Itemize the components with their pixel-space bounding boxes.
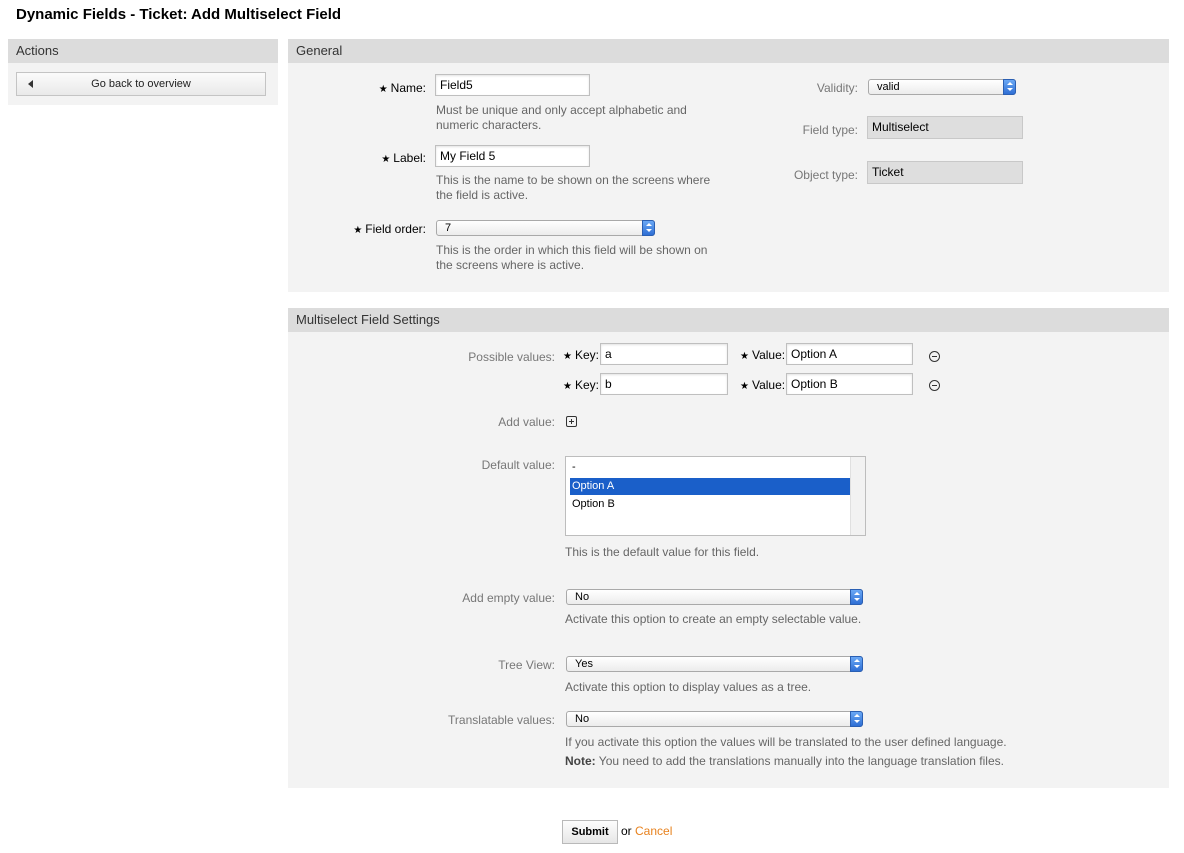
listbox-option-selected[interactable]: Option A — [570, 478, 852, 495]
field-order-label: ★ Field order: — [353, 222, 426, 236]
go-back-button[interactable]: Go back to overview — [16, 72, 266, 96]
field-order-select[interactable]: 7 — [436, 220, 655, 236]
validity-select[interactable]: valid — [868, 79, 1016, 95]
required-star-icon: ★ — [740, 381, 749, 392]
key-label: ★ Key: — [563, 378, 599, 392]
field-order-value: 7 — [445, 222, 452, 234]
translatable-values-select[interactable]: No — [566, 711, 863, 727]
object-type-value: Ticket — [867, 161, 1023, 184]
add-empty-value-value: No — [575, 591, 590, 603]
go-back-label: Go back to overview — [91, 78, 191, 90]
required-star-icon: ★ — [353, 225, 363, 236]
name-input[interactable] — [435, 74, 590, 96]
translatable-values-note: Note: You need to add the translations m… — [565, 754, 1004, 769]
required-star-icon: ★ — [740, 351, 749, 362]
remove-value-icon[interactable] — [929, 351, 940, 362]
key-label: ★ Key: — [563, 348, 599, 362]
field-type-label: Field type: — [802, 123, 858, 137]
select-arrows-icon — [850, 656, 863, 672]
select-arrows-icon — [850, 589, 863, 605]
settings-header: Multiselect Field Settings — [288, 308, 1169, 332]
key-input[interactable] — [600, 373, 728, 395]
label-label: ★ Label: — [381, 151, 426, 165]
select-arrows-icon — [850, 711, 863, 727]
required-star-icon: ★ — [378, 84, 388, 95]
translatable-values-value: No — [575, 713, 590, 725]
value-label: ★ Value: — [740, 348, 786, 362]
actions-panel: Actions Go back to overview — [8, 39, 278, 105]
required-star-icon: ★ — [563, 351, 572, 362]
add-empty-value-select[interactable]: No — [566, 589, 863, 605]
general-header: General — [288, 39, 1169, 63]
validity-value: valid — [877, 81, 900, 93]
translatable-values-help: If you activate this option the values w… — [565, 735, 1007, 749]
note-text: You need to add the translations manuall… — [595, 754, 1004, 768]
actions-header: Actions — [8, 39, 278, 63]
add-value-icon[interactable] — [566, 416, 577, 427]
select-arrows-icon — [642, 220, 655, 236]
tree-view-help: Activate this option to display values a… — [565, 680, 812, 694]
required-star-icon: ★ — [381, 154, 391, 165]
field-order-help: This is the order in which this field wi… — [436, 243, 708, 272]
tree-view-value: Yes — [575, 658, 593, 670]
translatable-values-label: Translatable values: — [448, 713, 555, 727]
value-input[interactable] — [786, 343, 913, 365]
or-text: or — [621, 824, 632, 838]
label-input[interactable] — [435, 145, 590, 167]
add-empty-value-label: Add empty value: — [462, 591, 555, 605]
tree-view-label: Tree View: — [498, 658, 555, 672]
listbox-option[interactable]: - — [570, 459, 852, 476]
default-value-label: Default value: — [481, 458, 555, 472]
object-type-label: Object type: — [793, 168, 858, 182]
validity-label: Validity: — [816, 81, 858, 95]
listbox-scrollbar[interactable] — [850, 457, 865, 535]
select-arrows-icon — [1003, 79, 1016, 95]
add-value-label: Add value: — [498, 415, 555, 429]
value-label: ★ Value: — [740, 378, 786, 392]
value-input[interactable] — [786, 373, 913, 395]
add-empty-value-help: Activate this option to create an empty … — [565, 612, 862, 626]
remove-value-icon[interactable] — [929, 380, 940, 391]
key-input[interactable] — [600, 343, 728, 365]
cancel-link[interactable]: Cancel — [635, 824, 672, 838]
page-title: Dynamic Fields - Ticket: Add Multiselect… — [16, 6, 342, 23]
default-value-help: This is the default value for this field… — [565, 545, 760, 559]
field-type-value: Multiselect — [867, 116, 1023, 139]
submit-button[interactable]: Submit — [562, 820, 618, 844]
arrow-left-icon — [28, 80, 33, 88]
note-label: Note: — [565, 754, 596, 768]
default-value-listbox[interactable]: - Option A Option B — [565, 456, 866, 536]
required-star-icon: ★ — [563, 381, 572, 392]
possible-values-label: Possible values: — [468, 350, 555, 364]
label-help: This is the name to be shown on the scre… — [436, 173, 711, 202]
listbox-option[interactable]: Option B — [570, 496, 852, 513]
name-help: Must be unique and only accept alphabeti… — [436, 103, 687, 132]
tree-view-select[interactable]: Yes — [566, 656, 863, 672]
name-label: ★ Name: — [378, 81, 426, 95]
